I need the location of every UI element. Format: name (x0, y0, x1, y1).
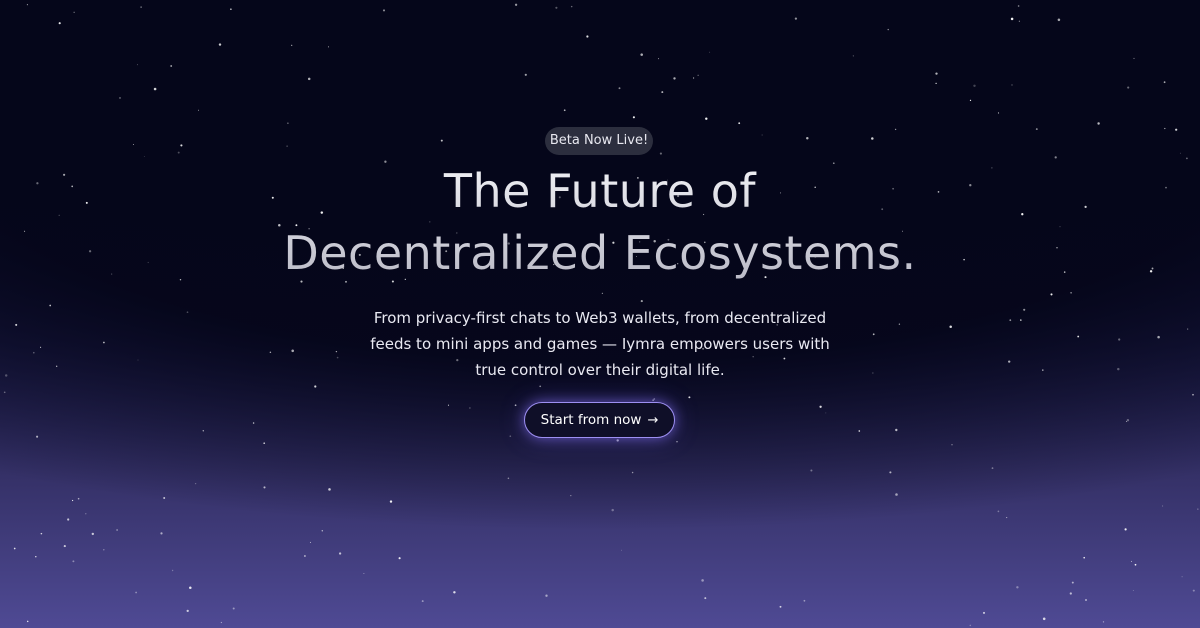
hero-subtitle-line-2: feeds to mini apps and games — Iymra emp… (370, 335, 830, 353)
hero-title-line-2: Decentralized Ecosystems. (283, 226, 917, 280)
start-from-now-button[interactable]: Start from now → (524, 402, 675, 438)
hero-title-line-1: The Future of (443, 164, 757, 218)
hero-subtitle-line-1: From privacy-first chats to Web3 wallets… (373, 309, 827, 327)
start-button-label: Start from now (540, 412, 642, 428)
hero-content: Beta Now Live! The Future of Decentraliz… (0, 0, 1200, 628)
hero-subtitle: From privacy-first chats to Web3 wallets… (340, 305, 860, 383)
hero-title: The Future of Decentralized Ecosystems. (100, 160, 1100, 284)
beta-badge: Beta Now Live! (545, 127, 653, 155)
hero-section: Beta Now Live! The Future of Decentraliz… (0, 0, 1200, 628)
arrow-right-icon: → (647, 413, 659, 428)
hero-subtitle-line-3: true control over their digital life. (475, 361, 725, 379)
